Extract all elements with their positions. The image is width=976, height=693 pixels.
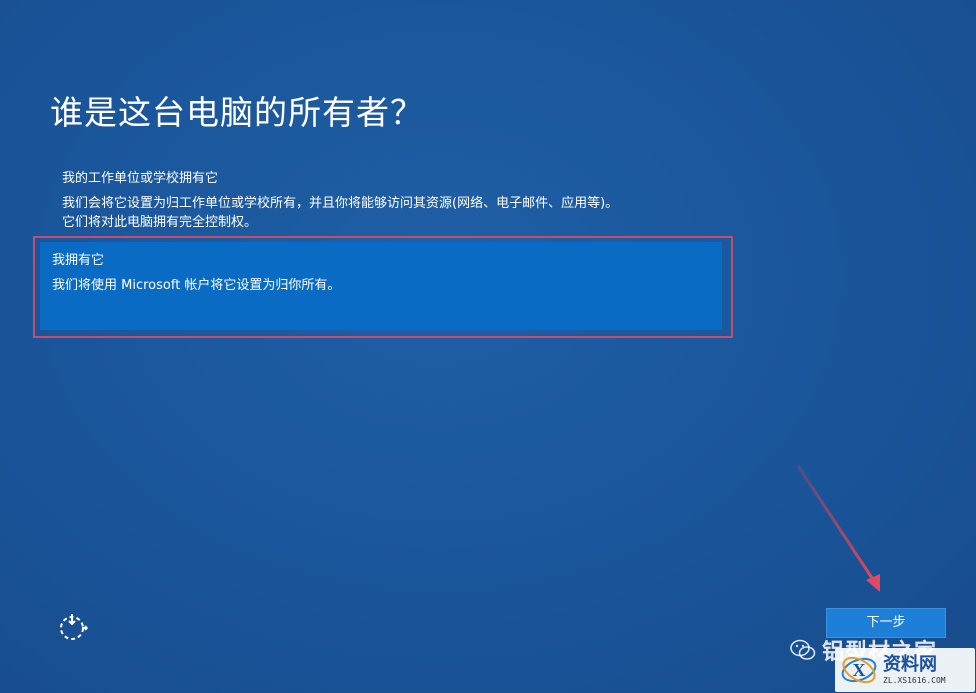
svg-text:X: X xyxy=(853,660,866,680)
site-logo-mark-icon: X xyxy=(841,656,877,684)
option-personal-description: 我们将使用 Microsoft 帐户将它设置为归你所有。 xyxy=(52,278,341,293)
option-personal-title: 我拥有它 xyxy=(52,253,105,268)
wechat-icon xyxy=(790,639,816,660)
annotation-arrow-icon xyxy=(796,465,880,592)
option-work-or-school[interactable]: 我的工作单位或学校拥有它 我们会将它设置为归工作单位或学校所有，并且你将能够访问… xyxy=(50,162,720,240)
site-logo-name: 资料网 xyxy=(883,654,937,675)
site-logo-url: ZL.XS1616.COM xyxy=(883,676,946,685)
page-title: 谁是这台电脑的所有者？ xyxy=(50,93,424,132)
option-personal[interactable]: 我拥有它 我们将使用 Microsoft 帐户将它设置为归你所有。 xyxy=(40,242,722,330)
option-work-description: 我们会将它设置为归工作单位或学校所有，并且你将能够访问其资源(网络、电子邮件、应… xyxy=(62,194,708,232)
oobe-screen: 谁是这台电脑的所有者？ 我的工作单位或学校拥有它 我们会将它设置为归工作单位或学… xyxy=(0,0,976,693)
ease-of-access-icon[interactable] xyxy=(56,611,88,643)
option-work-desc-line2: 它们将对此电脑拥有完全控制权。 xyxy=(62,215,258,230)
option-work-title: 我的工作单位或学校拥有它 xyxy=(62,171,219,186)
site-logo: X 资料网 ZL.XS1616.COM xyxy=(835,648,975,692)
option-work-desc-line1: 我们会将它设置为归工作单位或学校所有，并且你将能够访问其资源(网络、电子邮件、应… xyxy=(62,196,619,211)
